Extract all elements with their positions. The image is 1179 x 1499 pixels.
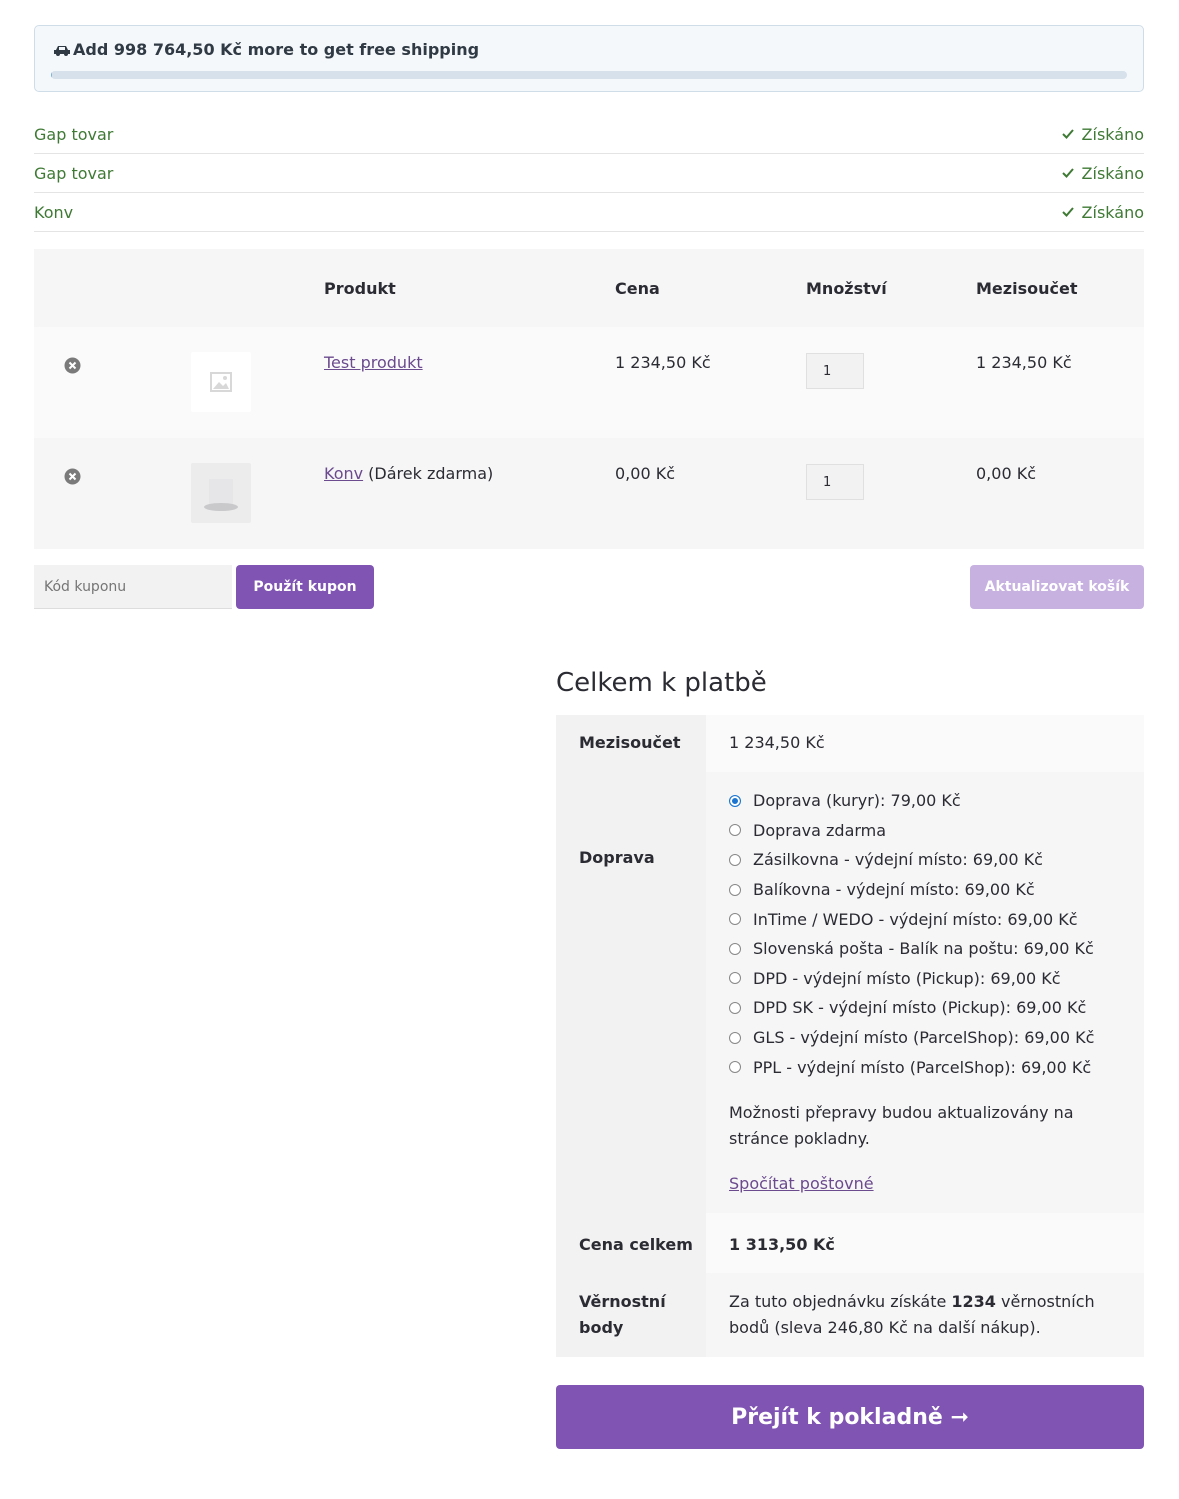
shipping-option-label: DPD - výdejní místo (Pickup): 69,00 Kč xyxy=(753,968,1061,988)
product-subtotal: 1 234,50 Kč xyxy=(976,353,1072,372)
order-total-label: Cena celkem xyxy=(556,1212,706,1273)
gift-item: Konv Získáno xyxy=(34,193,1144,232)
shipping-option[interactable]: Doprava (kuryr): 79,00 Kč xyxy=(729,786,1121,816)
cart-totals-table: Mezisoučet 1 234,50 Kč Doprava Doprava (… xyxy=(556,715,1144,1357)
cart-table: Produkt Cena Množství Mezisoučet Test pr… xyxy=(34,249,1144,549)
check-icon xyxy=(1061,168,1074,178)
coupon-code-input[interactable] xyxy=(34,565,232,609)
shipping-radio[interactable] xyxy=(729,794,741,807)
cart-row: Konv (Dárek zdarma) 0,00 Kč 1 0,00 Kč xyxy=(34,438,1144,549)
shipping-option[interactable]: Slovenská pošta - Balík na poštu: 69,00 … xyxy=(729,934,1121,964)
shipping-row: Doprava Doprava (kuryr): 79,00 Kč Doprava… xyxy=(556,772,1144,1213)
shipping-radio[interactable] xyxy=(729,853,741,866)
remove-item-icon[interactable] xyxy=(64,468,81,485)
shipping-option-label: PPL - výdejní místo (ParcelShop): 69,00 … xyxy=(753,1057,1092,1077)
shipping-option-label: Zásilkovna - výdejní místo: 69,00 Kč xyxy=(753,850,1043,870)
gift-item: Gap tovar Získáno xyxy=(34,115,1144,154)
gift-list: Gap tovar Získáno Gap tovar Získáno Konv… xyxy=(34,115,1144,232)
apply-coupon-button[interactable]: Použít kupon xyxy=(236,565,374,609)
shipping-option[interactable]: PPL - výdejní místo (ParcelShop): 69,00 … xyxy=(729,1052,1121,1082)
quantity-input[interactable]: 1 xyxy=(806,353,864,389)
free-shipping-progress-fill xyxy=(51,71,53,79)
loyalty-points: 1234 xyxy=(951,1291,996,1311)
shipping-option[interactable]: Doprava zdarma xyxy=(729,816,1121,846)
shipping-radio[interactable] xyxy=(729,883,741,896)
shipping-radio[interactable] xyxy=(729,913,741,926)
gift-name: Gap tovar xyxy=(34,124,114,144)
shipping-option-label: Balíkovna - výdejní místo: 69,00 Kč xyxy=(753,880,1035,900)
product-note: (Dárek zdarma) xyxy=(363,464,494,483)
shipping-option-label: GLS - výdejní místo (ParcelShop): 69,00 … xyxy=(753,1028,1095,1048)
shipping-radio[interactable] xyxy=(729,824,741,837)
free-shipping-notice: Add 998 764,50 Kč more to get free shipp… xyxy=(34,25,1144,92)
order-total-value: 1 313,50 Kč xyxy=(706,1212,1144,1273)
gift-name: Konv xyxy=(34,202,74,222)
image-placeholder-icon xyxy=(210,372,232,392)
shipping-option[interactable]: InTime / WEDO - výdejní místo: 69,00 Kč xyxy=(729,904,1121,934)
gift-status: Získáno xyxy=(1081,202,1144,222)
header-product: Produkt xyxy=(324,278,396,298)
loyalty-text-prefix: Za tuto objednávku získáte xyxy=(729,1291,952,1311)
shipping-option[interactable]: Zásilkovna - výdejní místo: 69,00 Kč xyxy=(729,845,1121,875)
proceed-to-checkout-button[interactable]: Přejít k pokladně ➞ xyxy=(556,1385,1144,1449)
gift-status: Získáno xyxy=(1081,124,1144,144)
shipping-label: Doprava xyxy=(556,772,706,1213)
shipping-option-label: InTime / WEDO - výdejní místo: 69,00 Kč xyxy=(753,909,1078,929)
subtotal-row: Mezisoučet 1 234,50 Kč xyxy=(556,715,1144,772)
free-shipping-text: Add 998 764,50 Kč more to get free shipp… xyxy=(73,40,480,59)
update-cart-button[interactable]: Aktualizovat košík xyxy=(970,565,1144,609)
cart-totals-title: Celkem k platbě xyxy=(556,668,767,698)
check-icon xyxy=(1061,129,1074,139)
shipping-option-label: Doprava zdarma xyxy=(753,820,887,840)
shipping-radio[interactable] xyxy=(729,1061,741,1074)
shipping-note: Možnosti přepravy budou aktualizovány na… xyxy=(729,1102,1074,1148)
shipping-option-label: Doprava (kuryr): 79,00 Kč xyxy=(753,791,961,811)
product-thumbnail[interactable] xyxy=(191,352,251,412)
shipping-option[interactable]: DPD - výdejní místo (Pickup): 69,00 Kč xyxy=(729,964,1121,994)
shipping-radio[interactable] xyxy=(729,942,741,955)
remove-item-icon[interactable] xyxy=(64,357,81,374)
shipping-radio[interactable] xyxy=(729,1031,741,1044)
check-icon xyxy=(1061,207,1074,217)
gift-name: Gap tovar xyxy=(34,163,114,183)
cart-row: Test produkt 1 234,50 Kč 1 1 234,50 Kč xyxy=(34,327,1144,438)
loyalty-label: Věrnostní body xyxy=(556,1272,706,1357)
shipping-option[interactable]: GLS - výdejní místo (ParcelShop): 69,00 … xyxy=(729,1023,1121,1053)
calculate-shipping-link[interactable]: Spočítat poštovné xyxy=(729,1174,874,1193)
gift-item: Gap tovar Získáno xyxy=(34,154,1144,193)
header-quantity: Množství xyxy=(806,278,887,298)
product-price: 1 234,50 Kč xyxy=(615,353,711,372)
loyalty-row: Věrnostní body Za tuto objednávku získát… xyxy=(556,1272,1144,1357)
shipping-option[interactable]: DPD SK - výdejní místo (Pickup): 69,00 K… xyxy=(729,993,1121,1023)
quantity-input[interactable]: 1 xyxy=(806,464,864,500)
shipping-options: Doprava (kuryr): 79,00 Kč Doprava zdarma Z… xyxy=(729,786,1121,1082)
pot-image-icon xyxy=(204,479,238,511)
shipping-option[interactable]: Balíkovna - výdejní místo: 69,00 Kč xyxy=(729,875,1121,905)
subtotal-label: Mezisoučet xyxy=(556,715,706,772)
car-icon xyxy=(54,45,70,56)
header-price: Cena xyxy=(615,278,660,298)
shipping-radio[interactable] xyxy=(729,1001,741,1014)
shipping-option-label: DPD SK - výdejní místo (Pickup): 69,00 K… xyxy=(753,998,1087,1018)
product-link[interactable]: Konv xyxy=(324,464,363,483)
shipping-radio[interactable] xyxy=(729,972,741,985)
header-subtotal: Mezisoučet xyxy=(976,278,1078,298)
gift-status: Získáno xyxy=(1081,163,1144,183)
product-subtotal: 0,00 Kč xyxy=(976,464,1036,483)
cart-table-header: Produkt Cena Množství Mezisoučet xyxy=(34,249,1144,327)
product-link[interactable]: Test produkt xyxy=(324,353,423,372)
product-thumbnail[interactable] xyxy=(191,463,251,523)
free-shipping-progress xyxy=(51,71,1127,79)
shipping-option-label: Slovenská pošta - Balík na poštu: 69,00 … xyxy=(753,939,1094,959)
subtotal-value: 1 234,50 Kč xyxy=(706,715,1144,772)
product-price: 0,00 Kč xyxy=(615,464,675,483)
order-total-row: Cena celkem 1 313,50 Kč xyxy=(556,1212,1144,1273)
